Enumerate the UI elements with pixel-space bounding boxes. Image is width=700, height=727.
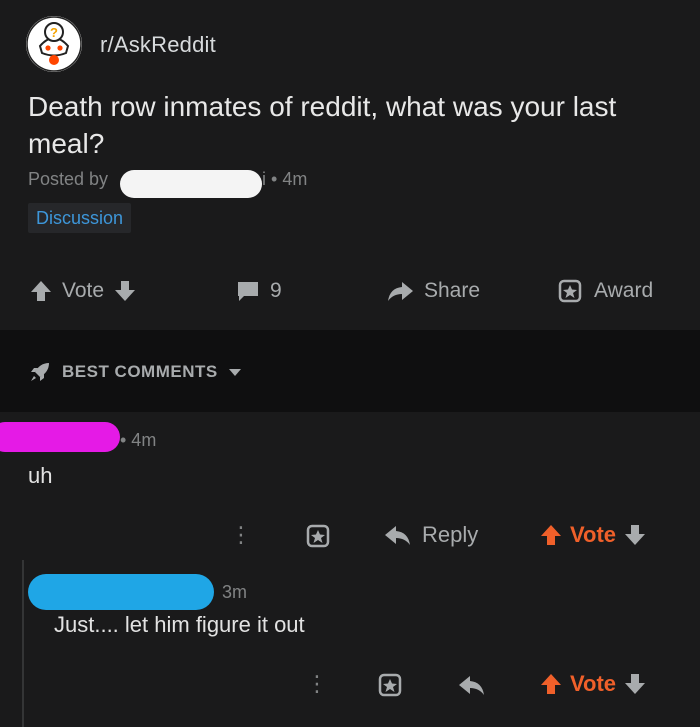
thread-line[interactable] bbox=[22, 560, 24, 727]
upvote-arrow-icon[interactable] bbox=[30, 279, 52, 303]
comment-vote-control: Vote bbox=[540, 522, 646, 548]
reply-label: Reply bbox=[422, 522, 479, 547]
meta-separator: • bbox=[271, 169, 278, 189]
post-age: 4m bbox=[282, 169, 308, 189]
upvote-arrow-icon[interactable] bbox=[540, 523, 562, 547]
comment-age: • 4m bbox=[120, 430, 157, 450]
reply-arrow-icon[interactable] bbox=[458, 674, 486, 696]
comment-count: 9 bbox=[270, 279, 282, 302]
comment-vote-control: Vote bbox=[540, 671, 646, 697]
post-meta: i • 4m bbox=[262, 169, 307, 190]
award-button[interactable]: Award bbox=[556, 276, 653, 306]
redacted-username bbox=[28, 574, 214, 610]
comment-body: uh bbox=[28, 463, 53, 488]
award-label: Award bbox=[594, 279, 654, 302]
award-badge-icon[interactable] bbox=[304, 522, 332, 550]
reply-button[interactable]: Reply bbox=[384, 522, 478, 548]
award-badge-icon[interactable] bbox=[376, 671, 404, 699]
svg-text:?: ? bbox=[50, 25, 58, 40]
comment-age: 3m bbox=[222, 582, 248, 602]
downvote-arrow-icon[interactable] bbox=[624, 672, 646, 696]
post-title[interactable]: Death row inmates of reddit, what was yo… bbox=[28, 88, 668, 162]
reply-arrow-icon bbox=[384, 524, 412, 546]
kebab-menu-icon[interactable]: ⋮ bbox=[306, 673, 328, 695]
askreddit-avatar-icon[interactable]: ? bbox=[26, 16, 82, 72]
rocket-icon bbox=[28, 360, 52, 384]
sort-label: BEST COMMENTS bbox=[62, 362, 218, 381]
share-arrow-icon bbox=[386, 280, 414, 302]
comment-vote-label: Vote bbox=[570, 671, 617, 696]
comment-body: Just.... let him figure it out bbox=[54, 612, 305, 637]
redacted-username bbox=[120, 170, 262, 198]
comment-vote-label: Vote bbox=[570, 522, 617, 547]
redacted-username bbox=[0, 422, 120, 452]
posted-by-label: Posted by bbox=[28, 169, 109, 189]
sort-dropdown[interactable]: BEST COMMENTS bbox=[28, 360, 242, 384]
downvote-arrow-icon[interactable] bbox=[114, 279, 136, 303]
post-vote-control: Vote bbox=[30, 276, 136, 306]
subreddit-name[interactable]: r/AskReddit bbox=[100, 32, 216, 58]
upvote-arrow-icon[interactable] bbox=[540, 672, 562, 696]
author-suffix: i bbox=[262, 169, 266, 189]
comment-bubble-icon bbox=[236, 280, 260, 302]
share-button[interactable]: Share bbox=[386, 276, 480, 306]
post-vote-label: Vote bbox=[62, 279, 105, 302]
flair-label: Discussion bbox=[36, 208, 124, 228]
share-label: Share bbox=[424, 279, 481, 302]
award-badge-icon bbox=[556, 277, 584, 305]
caret-down-icon bbox=[228, 367, 242, 377]
comments-button[interactable]: 9 bbox=[236, 276, 282, 306]
post-flair[interactable]: Discussion bbox=[28, 203, 132, 233]
downvote-arrow-icon[interactable] bbox=[624, 523, 646, 547]
kebab-menu-icon[interactable]: ⋮ bbox=[230, 524, 252, 546]
